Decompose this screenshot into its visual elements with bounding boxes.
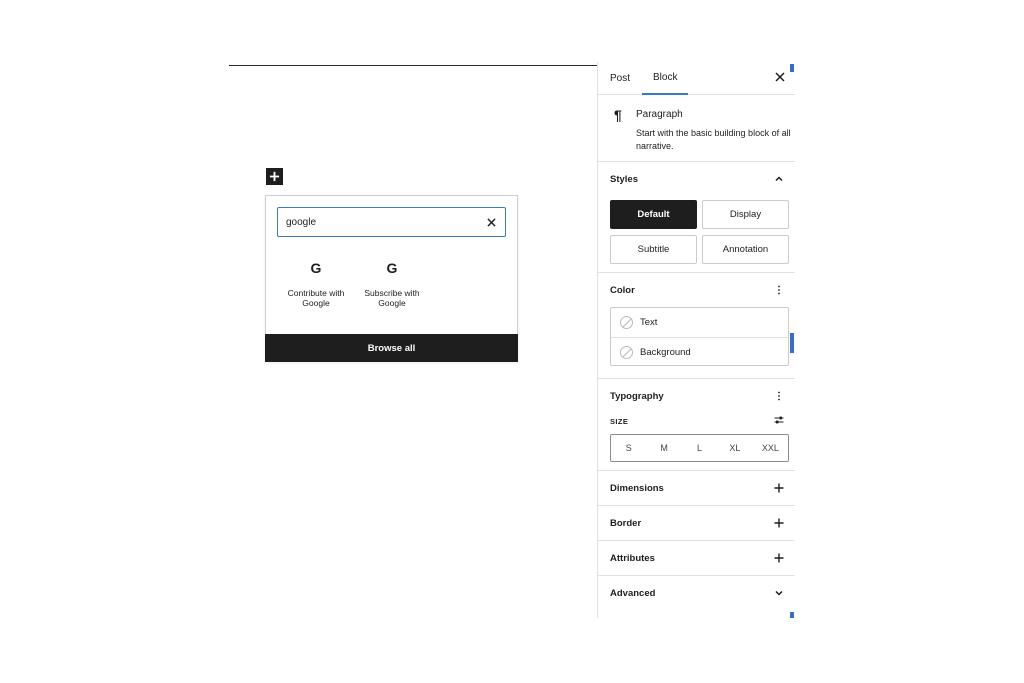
chevron-down-icon [775,590,783,596]
paragraph-icon: ¶ [614,107,622,123]
dimensions-panel[interactable]: Dimensions [598,471,795,506]
add-dimensions-button[interactable] [773,482,785,494]
google-icon: G [310,260,322,276]
add-border-button[interactable] [773,517,785,529]
style-option-subtitle[interactable]: Subtitle [610,235,697,264]
typography-panel-title: Typography [610,391,664,402]
block-inserter-panel: G Contribute with Google G Subscribe wit… [265,195,518,362]
font-size-s[interactable]: S [611,435,646,461]
clear-search-button[interactable] [485,216,497,228]
border-panel[interactable]: Border [598,506,795,541]
empty-swatch-icon [620,316,633,329]
color-panel-title: Color [610,285,635,296]
scrollbar-top-marker [790,64,794,72]
more-vertical-icon [778,285,780,295]
styles-panel: Styles Default Display Subtitle Annotati… [598,162,795,273]
empty-swatch-icon [620,345,633,359]
font-size-label: SIZE [610,417,629,426]
google-icon: G [386,260,398,276]
color-options-button[interactable] [773,284,785,296]
close-sidebar-button[interactable] [775,72,787,84]
block-title: Paragraph [636,109,683,120]
scrollbar-thumb[interactable] [790,333,794,353]
style-option-display[interactable]: Display [702,200,789,229]
plus-icon [774,518,784,528]
settings-sliders-icon [774,416,784,424]
sidebar-header: Post Block [598,62,795,95]
color-panel: Color Text Background [598,273,795,379]
block-result-subscribe-with-google[interactable]: G Subscribe with Google [355,260,429,308]
style-option-annotation[interactable]: Annotation [702,235,789,264]
plus-icon [774,483,784,493]
more-vertical-icon [778,391,780,401]
attributes-panel-title: Attributes [610,553,655,564]
block-result-label: Subscribe with Google [364,288,420,308]
scrollbar-bottom-marker [790,612,794,618]
style-option-default[interactable]: Default [610,200,697,229]
close-icon [775,72,785,82]
block-search-field[interactable] [277,207,506,237]
font-size-l[interactable]: L [682,435,717,461]
block-description: Start with the basic building block of a… [636,128,791,151]
attributes-panel[interactable]: Attributes [598,541,795,576]
plus-icon [269,171,280,182]
block-search-input[interactable] [286,216,485,228]
block-result-label: Contribute with Google [287,288,345,308]
advanced-panel[interactable]: Advanced [598,576,795,611]
tab-post[interactable]: Post [610,62,630,95]
typography-panel: Typography SIZE S M L XL XXL [598,379,795,471]
close-icon [486,217,496,227]
chevron-up-icon [775,176,783,182]
advanced-panel-title: Advanced [610,588,656,599]
custom-size-button[interactable] [773,414,785,426]
font-size-picker: S M L XL XXL [610,434,789,462]
dimensions-panel-title: Dimensions [610,483,664,494]
browse-all-button[interactable]: Browse all [265,334,518,362]
block-inserter-toggle-button[interactable] [266,168,283,185]
add-attributes-button[interactable] [773,552,785,564]
settings-sidebar: Post Block ¶ Paragraph Start with the ba… [597,62,795,618]
block-result-contribute-with-google[interactable]: G Contribute with Google [279,260,353,308]
color-settings-list: Text Background [610,307,789,366]
color-item-label: Background [640,346,691,358]
color-item-background[interactable]: Background [611,337,788,366]
expand-advanced-button[interactable] [773,587,785,599]
plus-icon [774,553,784,563]
styles-panel-title: Styles [610,174,638,185]
font-size-xxl[interactable]: XXL [753,435,788,461]
font-size-xl[interactable]: XL [717,435,752,461]
collapse-styles-button[interactable] [773,173,785,185]
color-item-label: Text [640,317,658,328]
tab-block[interactable]: Block [642,62,689,95]
font-size-m[interactable]: M [646,435,681,461]
typography-options-button[interactable] [773,390,785,402]
color-item-text[interactable]: Text [611,308,788,337]
editor-top-divider [229,65,597,66]
block-card: ¶ Paragraph Start with the basic buildin… [598,95,795,162]
border-panel-title: Border [610,518,642,529]
